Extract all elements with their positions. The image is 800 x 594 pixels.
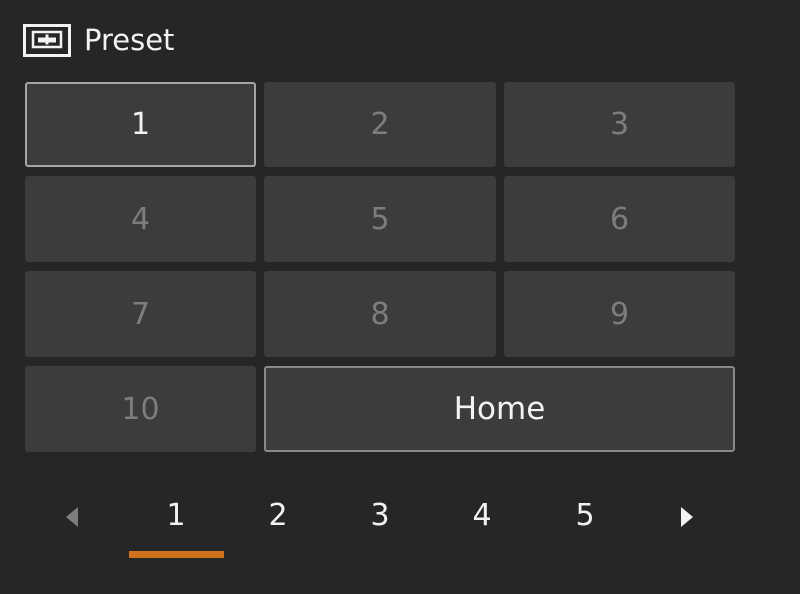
preset-monitor-icon — [23, 23, 71, 57]
home-button[interactable]: Home — [264, 366, 735, 452]
preset-button-3[interactable]: 3 — [504, 82, 735, 167]
preset-button-5[interactable]: 5 — [264, 176, 496, 262]
page-tab-5[interactable]: 5 — [555, 496, 615, 536]
preset-button-4[interactable]: 4 — [25, 176, 256, 262]
selected-page-indicator — [129, 551, 224, 558]
page-title: Preset — [84, 23, 175, 57]
page-tab-2[interactable]: 2 — [248, 496, 308, 536]
triangle-right-icon[interactable] — [674, 504, 700, 530]
preset-button-10[interactable]: 10 — [25, 366, 256, 452]
preset-button-8[interactable]: 8 — [264, 271, 496, 357]
preset-button-1[interactable]: 1 — [25, 82, 256, 167]
preset-grid: 1 2 3 4 5 6 7 8 9 10 Home — [25, 82, 736, 452]
preset-button-6[interactable]: 6 — [504, 176, 735, 262]
preset-button-7[interactable]: 7 — [25, 271, 256, 357]
preset-button-9[interactable]: 9 — [504, 271, 735, 357]
preset-button-2[interactable]: 2 — [264, 82, 496, 167]
triangle-left-icon[interactable] — [59, 504, 85, 530]
preset-panel: Preset 1 2 3 4 5 6 7 8 9 10 Home 1 2 3 4… — [0, 0, 800, 594]
preset-header: Preset — [23, 22, 174, 58]
page-tab-4[interactable]: 4 — [452, 496, 512, 536]
page-tab-1[interactable]: 1 — [146, 496, 206, 536]
preset-page-selector: 1 2 3 4 5 — [0, 490, 800, 570]
page-tab-3[interactable]: 3 — [350, 496, 410, 536]
